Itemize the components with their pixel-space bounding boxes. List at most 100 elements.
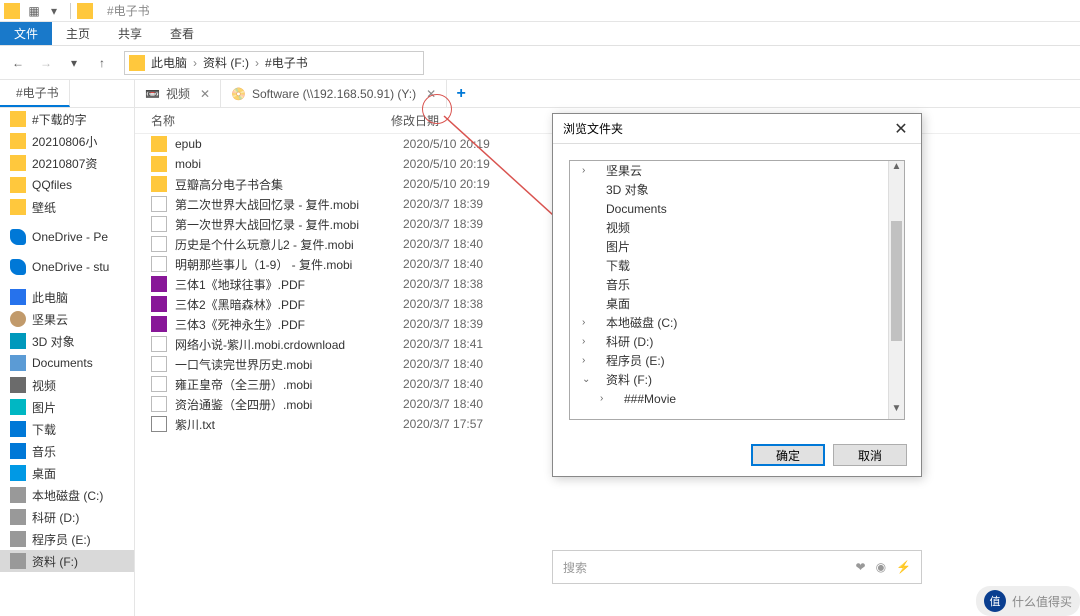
qat-btn[interactable]: ▦ <box>27 4 41 18</box>
ribbon-file[interactable]: 文件 <box>0 22 52 45</box>
folder-tree-item[interactable]: ›科研 (D:) <box>570 332 904 351</box>
dl-icon <box>10 421 26 437</box>
folder-tree-item[interactable]: ⌄资料 (F:) <box>570 370 904 389</box>
expand-icon[interactable]: › <box>582 336 594 347</box>
close-icon[interactable]: ✕ <box>426 87 436 101</box>
file-icon <box>151 356 167 372</box>
new-tab-button[interactable]: + <box>447 80 475 107</box>
folder-icon <box>10 199 26 215</box>
file-icon <box>151 236 167 252</box>
bolt-icon[interactable]: ⚡ <box>896 560 911 574</box>
folder-tree-item[interactable]: 视频 <box>570 218 904 237</box>
folder-tree[interactable]: ›坚果云3D 对象Documents视频图片下载音乐桌面›本地磁盘 (C:)›科… <box>569 160 905 420</box>
folder-icon <box>129 55 145 71</box>
onedrive-icon <box>10 229 26 245</box>
address-bar[interactable]: 此电脑›资料 (F:)›#电子书 <box>124 51 424 75</box>
tree-item[interactable]: 资料 (F:) <box>0 550 134 572</box>
txt-icon <box>151 416 167 432</box>
folder-tree-item[interactable]: ›程序员 (E:) <box>570 351 904 370</box>
nav-tree[interactable]: #电子书 #下载的字20210806小20210807资QQfiles壁纸 One… <box>0 80 135 616</box>
tree-item[interactable]: 科研 (D:) <box>0 506 134 528</box>
tree-item[interactable]: #下载的字 <box>0 108 134 130</box>
expand-icon[interactable]: ⌄ <box>582 374 594 385</box>
ribbon: 文件 主页 共享 查看 <box>0 22 1080 46</box>
file-icon <box>151 396 167 412</box>
obj-icon <box>10 333 26 349</box>
file-icon <box>151 376 167 392</box>
ribbon-home[interactable]: 主页 <box>52 22 104 45</box>
tree-item[interactable]: 下载 <box>0 418 134 440</box>
scroll-up-icon[interactable]: ▲ <box>889 161 904 177</box>
dialog-title: 浏览文件夹 <box>563 120 623 137</box>
file-tabs: 📼视频✕ 📀Software (\\192.168.50.91) (Y:)✕ + <box>135 80 1080 108</box>
qat-btn[interactable]: ▾ <box>47 4 61 18</box>
search-box[interactable]: 搜索 ❤ ◉ ⚡ <box>552 550 922 584</box>
expand-icon[interactable]: › <box>582 317 594 328</box>
cancel-button[interactable]: 取消 <box>833 444 907 466</box>
folder-tree-item[interactable]: ›###Movie <box>570 389 904 408</box>
folder-icon <box>151 176 167 192</box>
file-icon <box>151 256 167 272</box>
folder-tree-item[interactable]: ›本地磁盘 (C:) <box>570 313 904 332</box>
tree-item[interactable]: 20210807资 <box>0 152 134 174</box>
tree-item[interactable]: 此电脑 <box>0 286 134 308</box>
drive-icon <box>10 509 26 525</box>
folder-tree-item[interactable]: 桌面 <box>570 294 904 313</box>
folder-icon <box>151 136 167 152</box>
ok-button[interactable]: 确定 <box>751 444 825 466</box>
window-title: #电子书 <box>107 2 150 19</box>
folder-icon <box>151 156 167 172</box>
tree-item[interactable]: 程序员 (E:) <box>0 528 134 550</box>
col-name[interactable]: 名称 <box>151 112 391 129</box>
scrollbar[interactable]: ▲ ▼ <box>888 161 904 419</box>
file-tab[interactable]: 📀Software (\\192.168.50.91) (Y:)✕ <box>221 80 447 107</box>
tree-tab[interactable]: #电子书 <box>0 80 70 107</box>
crumb[interactable]: 此电脑 <box>151 54 187 71</box>
ribbon-view[interactable]: 查看 <box>156 22 208 45</box>
expand-icon[interactable]: › <box>582 165 594 176</box>
tree-item[interactable]: 坚果云 <box>0 308 134 330</box>
tree-item[interactable]: 音乐 <box>0 440 134 462</box>
search-placeholder: 搜索 <box>563 559 587 576</box>
back-button[interactable]: ← <box>6 51 30 75</box>
expand-icon[interactable]: › <box>600 393 612 404</box>
tree-item[interactable]: 视频 <box>0 374 134 396</box>
ribbon-share[interactable]: 共享 <box>104 22 156 45</box>
scroll-down-icon[interactable]: ▼ <box>889 403 904 419</box>
close-icon[interactable]: ✕ <box>891 119 911 139</box>
file-tab[interactable]: 📼视频✕ <box>135 80 221 107</box>
tree-item[interactable]: 图片 <box>0 396 134 418</box>
close-icon[interactable]: ✕ <box>200 87 210 101</box>
folder-icon <box>10 155 26 171</box>
tree-item[interactable]: Documents <box>0 352 134 374</box>
disc-icon[interactable]: ◉ <box>876 560 886 574</box>
pdf-icon <box>151 316 167 332</box>
crumb[interactable]: 资料 (F:) <box>203 54 249 71</box>
folder-tree-item[interactable]: 下载 <box>570 256 904 275</box>
recent-dropdown[interactable]: ▾ <box>62 51 86 75</box>
tree-item[interactable]: 桌面 <box>0 462 134 484</box>
folder-tree-item[interactable]: Documents <box>570 199 904 218</box>
title-bar: ▦ ▾ #电子书 <box>0 0 1080 22</box>
folder-tree-item[interactable]: 图片 <box>570 237 904 256</box>
tree-item[interactable]: OneDrive - stu <box>0 256 134 278</box>
app-icon <box>4 3 20 19</box>
tree-item[interactable]: 壁纸 <box>0 196 134 218</box>
folder-tree-item[interactable]: ›坚果云 <box>570 161 904 180</box>
tree-item[interactable]: 20210806小 <box>0 130 134 152</box>
crumb[interactable]: #电子书 <box>265 54 308 71</box>
scroll-thumb[interactable] <box>891 221 902 341</box>
tree-item[interactable]: OneDrive - Pe <box>0 226 134 248</box>
expand-icon[interactable]: › <box>582 355 594 366</box>
col-date[interactable]: 修改日期 <box>391 112 439 129</box>
file-icon <box>151 216 167 232</box>
tree-item[interactable]: 3D 对象 <box>0 330 134 352</box>
tree-item[interactable]: 本地磁盘 (C:) <box>0 484 134 506</box>
tree-item[interactable]: QQfiles <box>0 174 134 196</box>
heart-icon[interactable]: ❤ <box>856 560 866 574</box>
folder-tree-item[interactable]: 音乐 <box>570 275 904 294</box>
up-button[interactable]: ↑ <box>90 51 114 75</box>
forward-button[interactable]: → <box>34 51 58 75</box>
pic-icon <box>10 399 26 415</box>
folder-tree-item[interactable]: 3D 对象 <box>570 180 904 199</box>
